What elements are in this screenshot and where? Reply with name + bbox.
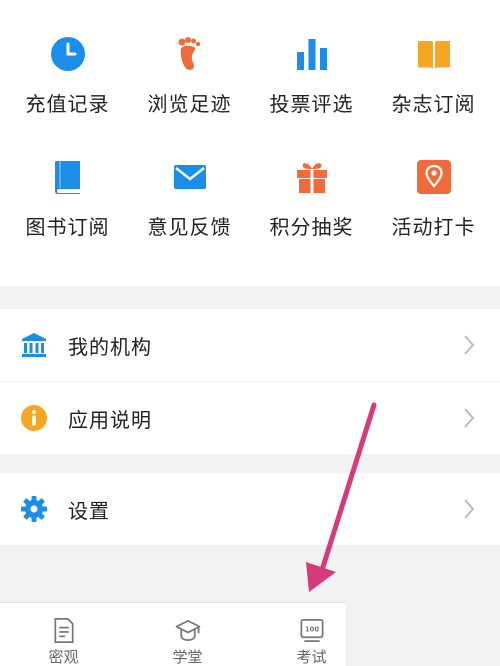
location-pin-icon (416, 160, 451, 194)
menu-item-settings[interactable]: 设置 (0, 473, 500, 545)
institution-icon (22, 333, 46, 357)
grid-item-event-checkin[interactable]: 活动打卡 (371, 123, 496, 246)
grid-item-label: 意见反馈 (147, 215, 232, 239)
chevron-right-icon (464, 335, 475, 355)
mail-icon (173, 165, 206, 189)
grid-item-label: 杂志订阅 (391, 92, 476, 116)
grid-item-label: 活动打卡 (391, 215, 476, 239)
menu-item-label: 应用说明 (68, 407, 152, 432)
grid-item-recharge-records[interactable]: 充值记录 (5, 0, 130, 123)
tab-miguan[interactable]: 密观 (6, 603, 121, 666)
menu-group-settings: 设置 (0, 473, 500, 545)
info-icon (21, 405, 47, 431)
grid-item-label: 图书订阅 (25, 215, 110, 239)
tab-label: 考试 (296, 648, 327, 666)
tab-kaoshi[interactable]: 100 考试 (254, 603, 369, 666)
tab-label: 学堂 (172, 648, 203, 666)
grid-item-browse-history[interactable]: 浏览足迹 (127, 0, 252, 123)
svg-text:100: 100 (304, 625, 318, 633)
menu-item-my-institution[interactable]: 我的机构 (0, 309, 500, 381)
chevron-right-icon (464, 499, 475, 519)
clock-icon (50, 37, 85, 71)
tab-label: 密观 (48, 648, 79, 666)
grid-item-feedback[interactable]: 意见反馈 (127, 123, 252, 246)
gift-icon (296, 163, 327, 193)
bar-chart-icon (296, 39, 327, 70)
gear-icon (21, 496, 47, 522)
menu-group-primary: 我的机构 应用说明 (0, 309, 500, 454)
bottom-tab-bar: 密观 学堂 100 考试 (0, 602, 345, 666)
grid-item-label: 充值记录 (25, 92, 110, 116)
grid-item-voting[interactable]: 投票评选 (249, 0, 374, 123)
menu-item-app-instructions[interactable]: 应用说明 (0, 382, 500, 454)
grid-item-magazine-subscription[interactable]: 杂志订阅 (371, 0, 496, 123)
footprint-icon (178, 37, 200, 70)
document-icon (53, 618, 74, 643)
exam-score-icon: 100 (300, 619, 323, 642)
chevron-right-icon (464, 408, 475, 428)
book-icon (54, 161, 80, 194)
menu-item-label: 我的机构 (68, 334, 152, 359)
grid-item-label: 积分抽奖 (269, 215, 354, 239)
open-book-icon (417, 41, 450, 69)
grid-item-label: 投票评选 (269, 92, 354, 116)
grid-item-points-lottery[interactable]: 积分抽奖 (249, 123, 374, 246)
graduation-cap-icon (175, 619, 200, 642)
menu-item-label: 设置 (68, 498, 110, 523)
function-grid: 充值记录 浏览足迹 投票评选 杂志订阅 图书订阅 意见反馈 积分抽奖 活动打卡 (0, 0, 500, 286)
grid-item-label: 浏览足迹 (147, 92, 232, 116)
tab-xuetang[interactable]: 学堂 (130, 603, 245, 666)
grid-item-book-subscription[interactable]: 图书订阅 (5, 123, 130, 246)
